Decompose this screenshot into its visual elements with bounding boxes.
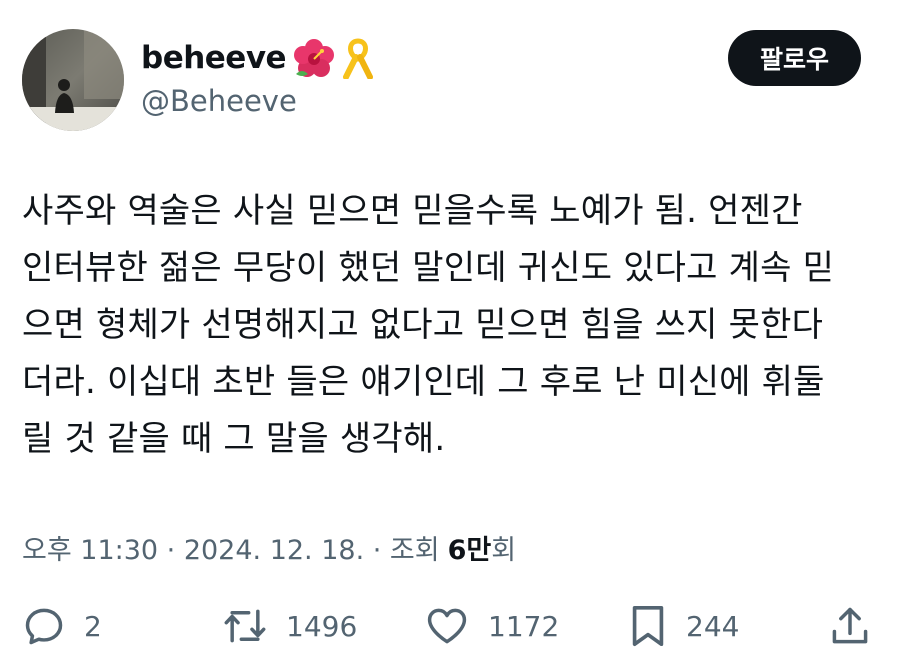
tweet-text-line: 릴 것 같을 때 그 말을 생각해. xyxy=(22,419,446,459)
repost-count: 1496 xyxy=(286,609,358,643)
like-count: 1172 xyxy=(488,609,560,643)
bookmark-icon xyxy=(628,603,668,649)
hibiscus-icon xyxy=(292,38,342,78)
follow-button[interactable]: 팔로우 xyxy=(728,30,861,86)
views-suffix: 회 xyxy=(491,535,517,566)
tweet-text-line: 사주와 역술은 사실 믿으면 믿을수록 노예가 됨. 언젠간 xyxy=(22,191,803,231)
share-button[interactable] xyxy=(828,600,872,652)
action-bar: 2 1496 1172 244 xyxy=(0,600,900,652)
bookmark-count: 244 xyxy=(686,609,740,643)
reply-button[interactable]: 2 xyxy=(22,600,102,652)
tweet-text-line: 인터뷰한 젊은 무당이 했던 말인데 귀신도 있다고 계속 믿 xyxy=(22,248,835,288)
views-count: 6만 xyxy=(447,535,492,566)
reply-count: 2 xyxy=(84,609,102,643)
share-icon xyxy=(828,603,872,649)
name-badges xyxy=(292,37,380,79)
heart-icon xyxy=(424,604,470,648)
bookmark-button[interactable]: 244 xyxy=(628,600,739,652)
like-button[interactable]: 1172 xyxy=(424,600,559,652)
repost-button[interactable]: 1496 xyxy=(222,600,357,652)
tweet-text: 사주와 역술은 사실 믿으면 믿을수록 노예가 됨. 언젠간 인터뷰한 젊은 무… xyxy=(22,183,882,468)
repost-icon xyxy=(222,604,268,648)
tweet-timestamp[interactable]: 오후 11:30 · 2024. 12. 18. · 조회 xyxy=(22,528,440,567)
reply-icon xyxy=(22,604,66,648)
display-name[interactable]: beheeve xyxy=(141,40,287,76)
avatar[interactable] xyxy=(22,29,124,131)
user-handle[interactable]: @Beheeve xyxy=(141,84,297,118)
tweet-meta: 오후 11:30 · 2024. 12. 18. · 조회 6만 회 xyxy=(22,528,516,567)
tweet-text-line: 더라. 이십대 초반 들은 얘기인데 그 후로 난 미신에 휘둘 xyxy=(22,362,825,402)
tweet-text-line: 으면 형체가 선명해지고 없다고 믿으면 힘을 쓰지 못한다 xyxy=(22,305,824,345)
author-name-row: beheeve xyxy=(141,36,380,80)
yellow-ribbon-icon xyxy=(342,37,380,79)
